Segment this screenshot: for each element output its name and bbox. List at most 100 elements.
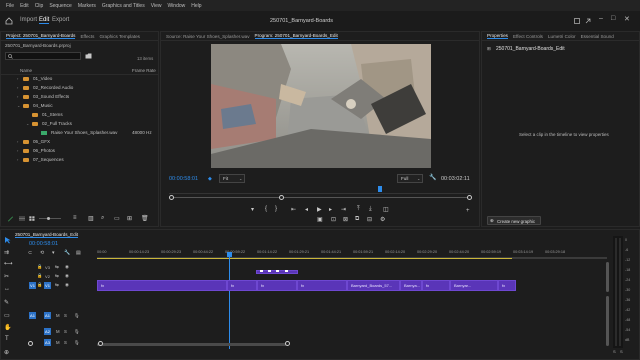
lock-icon[interactable]: 🔒 (37, 273, 42, 279)
selection-tool-icon[interactable] (4, 236, 11, 244)
tab-timeline-sequence[interactable]: 250701_Barnyard-Boards_Edit (15, 232, 79, 238)
go-to-out-icon[interactable]: ⇥ (341, 206, 346, 213)
new-bin-icon[interactable] (85, 53, 92, 59)
tab-program[interactable]: Program: 250701_Barnyard-Boards_Edit (254, 33, 338, 39)
zoom-slider[interactable] (39, 217, 61, 220)
track-target-a3[interactable]: A3 (44, 339, 51, 346)
clip-v1[interactable]: fx (227, 280, 257, 291)
menu-graphics[interactable]: Graphics and Titles (102, 3, 145, 9)
menu-edit[interactable]: Edit (20, 3, 29, 9)
mark-out-icon[interactable]: } (275, 206, 277, 212)
timeline-settings-icon[interactable]: 🔧 (64, 250, 70, 256)
mark-in-icon[interactable]: { (265, 206, 267, 212)
project-tree-item[interactable]: › 02_Recorded Audio (17, 83, 157, 92)
tab-effect-controls[interactable]: Effect Controls (513, 34, 543, 39)
sync-lock-icon[interactable]: ⇆ (55, 264, 59, 270)
lock-icon[interactable]: 🔒 (37, 264, 42, 270)
captions-icon[interactable]: ▤ (76, 250, 81, 256)
clip-v1[interactable]: Barnya... (400, 280, 422, 291)
zoom-handle-end[interactable] (467, 195, 472, 200)
solo-icon[interactable]: S (613, 349, 616, 354)
write-icon[interactable] (7, 215, 14, 222)
sync-lock-icon[interactable]: ⇆ (55, 273, 59, 279)
microphone-icon[interactable]: 🎙 (74, 313, 79, 319)
zoom-handle-right[interactable] (279, 195, 284, 200)
track-target-v3[interactable]: V3 (44, 264, 51, 271)
automate-icon[interactable]: ▥ (88, 215, 94, 222)
export-frame-icon[interactable]: ◫ (383, 206, 389, 213)
create-new-graphic-button[interactable]: ⊕ Create new graphic (487, 216, 541, 225)
track-select-icon[interactable]: ⇉ (4, 249, 9, 256)
timeline-timecode[interactable]: 00:00:58:01 (29, 241, 58, 247)
track-target-a1[interactable]: A1 (44, 312, 51, 319)
playhead-line[interactable] (229, 253, 230, 349)
microphone-icon[interactable]: 🎙 (74, 340, 79, 346)
wrench-icon[interactable]: 🔧 (429, 174, 436, 181)
maximize-icon[interactable]: □ (611, 15, 615, 22)
track-target-a2[interactable]: A2 (44, 328, 51, 335)
mute-button[interactable]: M (56, 313, 60, 318)
scroll-handle[interactable] (285, 341, 290, 346)
col-name[interactable]: Name (20, 68, 32, 73)
go-to-in-icon[interactable]: ⇤ (291, 206, 296, 213)
ripple-edit-icon[interactable]: ⟷ (4, 260, 13, 267)
zoom-tool-icon[interactable]: ⊕ (4, 349, 9, 356)
source-patch-a1[interactable]: A1 (29, 312, 36, 319)
tab-properties[interactable]: Properties (487, 33, 508, 39)
slip-icon[interactable]: ↔ (4, 286, 10, 292)
track-target-v1[interactable]: V1 (44, 282, 51, 289)
menu-help[interactable]: Help (191, 3, 201, 9)
minimize-icon[interactable]: – (599, 15, 603, 22)
share-icon[interactable] (585, 18, 591, 24)
project-tree-item[interactable]: 01_Stems (26, 110, 157, 119)
add-marker-timeline-icon[interactable]: ▾ (52, 250, 55, 256)
add-marker-icon[interactable]: ▾ (251, 206, 254, 213)
col-frame-rate[interactable]: Frame Rate (132, 68, 156, 73)
clip-v1[interactable]: Barnyard_Boards_57... (347, 280, 400, 291)
playhead-head[interactable] (227, 252, 232, 257)
new-item-icon[interactable]: ⊞ (127, 215, 132, 222)
playhead-timecode[interactable]: 00:00:58:01 (169, 176, 198, 182)
quality-dropdown[interactable]: Full ⌄ (397, 174, 423, 183)
workspace-icon[interactable] (574, 18, 580, 24)
folder-icon[interactable]: ▭ (114, 215, 120, 222)
track-target-v2[interactable]: V2 (44, 273, 51, 280)
project-tree-item[interactable]: › 06_Photos (17, 146, 157, 155)
marker-icon[interactable]: ◆ (208, 176, 212, 182)
zoom-handle-left[interactable] (169, 195, 174, 200)
solo-button[interactable]: S (64, 340, 67, 345)
comparison-view-icon[interactable]: ⊟ (367, 216, 372, 223)
scroll-handle-start[interactable] (98, 341, 103, 346)
tab-graphics-templates[interactable]: Graphics Templates (99, 34, 140, 39)
sync-lock-icon[interactable]: ⇆ (55, 282, 59, 288)
horizontal-scrollbar[interactable] (97, 343, 287, 346)
close-icon[interactable]: ✕ (624, 15, 630, 23)
eye-icon[interactable]: ◉ (65, 273, 69, 279)
project-tree-item[interactable]: Raise Your Shoes_Splasher.wav 48000 Hz (35, 128, 157, 137)
pen-icon[interactable]: ✎ (4, 299, 9, 306)
project-tree-item[interactable]: › 01_Video (17, 74, 157, 83)
eye-icon[interactable]: ◉ (65, 264, 69, 270)
clip-v1[interactable]: fx (422, 280, 450, 291)
fit-dropdown[interactable]: Fit ⌄ (219, 174, 245, 183)
list-view-icon[interactable] (19, 216, 25, 221)
lock-icon[interactable]: 🔒 (37, 282, 42, 288)
video-preview[interactable] (211, 44, 431, 168)
hand-icon[interactable]: ✋ (4, 324, 11, 331)
solo-button[interactable]: S (64, 329, 67, 334)
play-icon[interactable]: ▶ (317, 206, 322, 213)
scroll-handle-left[interactable] (28, 341, 33, 346)
safe-margins-icon[interactable]: ⧉ (355, 216, 359, 223)
project-tree-item[interactable]: › 07_Sequences (17, 155, 157, 164)
find-icon[interactable]: ⌕ (101, 215, 104, 222)
camera-icon[interactable]: ▣ (317, 216, 323, 223)
step-forward-icon[interactable]: ▸ (329, 206, 332, 213)
clip-v1[interactable]: fx (297, 280, 347, 291)
menu-markers[interactable]: Markers (78, 3, 96, 9)
menu-clip[interactable]: Clip (35, 3, 44, 9)
linked-selection-icon[interactable]: ⟲ (40, 250, 44, 256)
tab-project[interactable]: Project: 250701_Barnyard-Boards (6, 33, 76, 39)
tab-export[interactable]: Export (52, 17, 69, 23)
menu-view[interactable]: View (151, 3, 162, 9)
menu-window[interactable]: Window (167, 3, 185, 9)
